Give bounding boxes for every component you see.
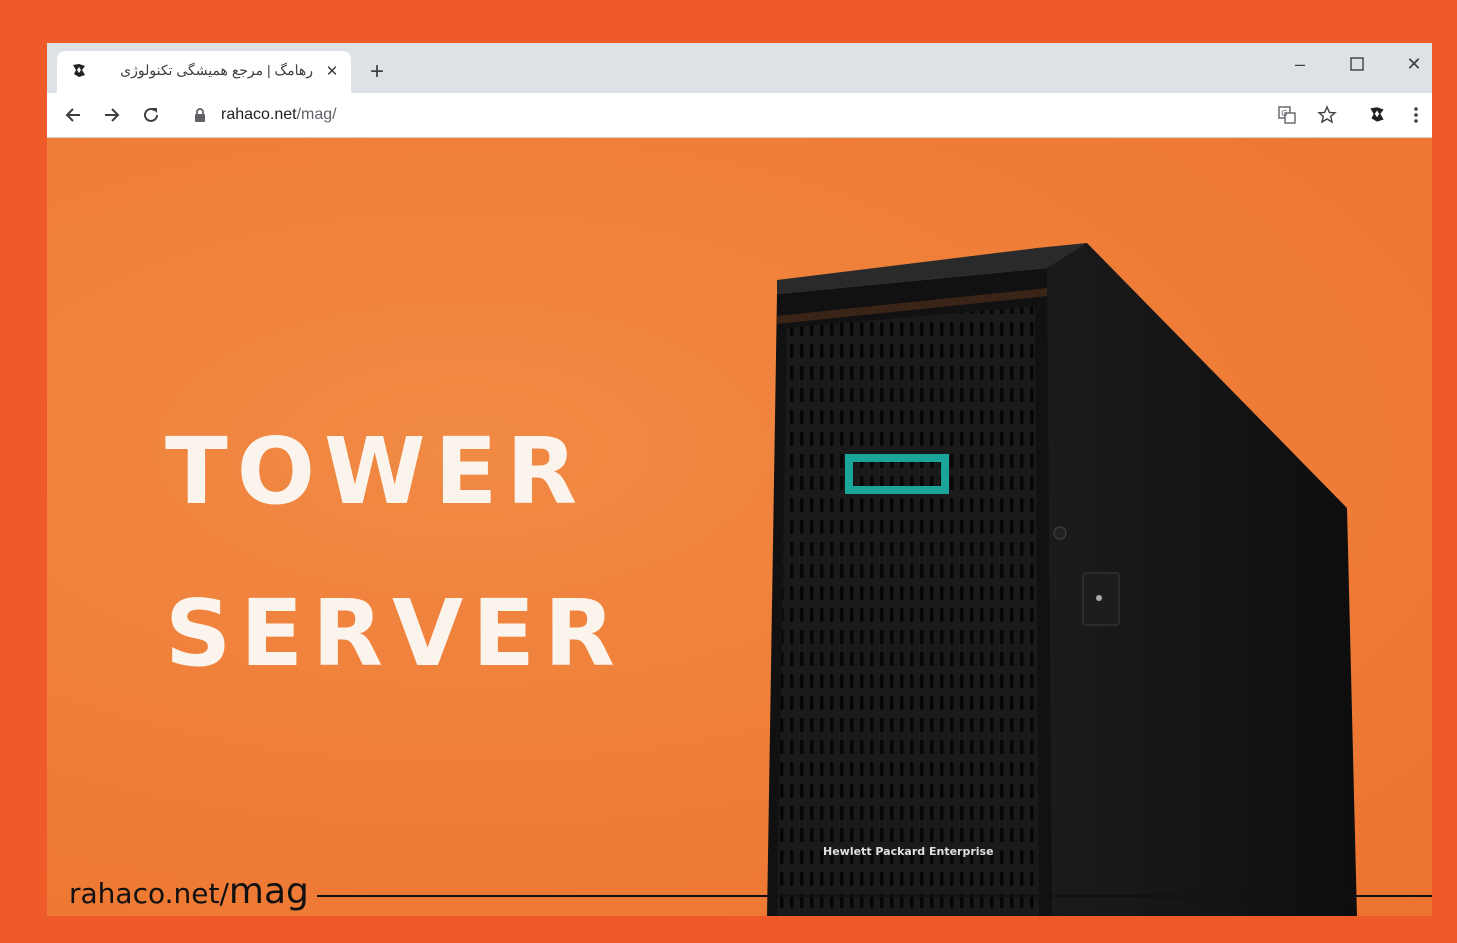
arrow-right-icon [105, 108, 120, 122]
tab-title: رهامگ | مرجع همیشگی تکنولوژی [120, 62, 313, 78]
tower-server-image: Hewlett Packard Enterprise [767, 243, 1357, 916]
url-path: /mag/ [296, 106, 337, 123]
maximize-button[interactable] [1334, 49, 1380, 79]
server-brand-label: Hewlett Packard Enterprise [823, 845, 994, 858]
close-window-button[interactable]: ✕ [1391, 49, 1432, 79]
reload-icon [144, 107, 158, 122]
svg-text:G: G [1281, 109, 1287, 118]
watermark-text: rahaco.net/mag [69, 871, 309, 912]
translate-icon[interactable]: G [1275, 103, 1299, 127]
tab-close-icon[interactable]: ✕ [323, 62, 341, 80]
forward-button[interactable] [98, 101, 126, 129]
active-tab[interactable]: رهامگ | مرجع همیشگی تکنولوژی ✕ [57, 51, 351, 93]
lock-icon [195, 108, 205, 122]
new-tab-button[interactable]: + [363, 59, 391, 87]
back-button[interactable] [59, 101, 87, 129]
site-favicon-icon [69, 61, 89, 81]
url-host: rahaco.net [221, 106, 297, 123]
extension-icon[interactable] [1365, 103, 1389, 127]
watermark-path: mag [228, 871, 309, 912]
url-text: rahaco.net/mag/ [221, 106, 337, 124]
browser-toolbar: rahaco.net/mag/ G [47, 93, 1432, 138]
headline-tower: TOWER [165, 418, 587, 525]
address-bar[interactable]: rahaco.net/mag/ [181, 99, 1261, 131]
menu-icon[interactable] [1404, 103, 1428, 127]
watermark-divider [317, 895, 1432, 897]
watermark-host: rahaco.net/ [69, 877, 229, 910]
arrow-left-icon [65, 108, 80, 122]
reload-button[interactable] [137, 101, 165, 129]
tab-strip: رهامگ | مرجع همیشگی تکنولوژی ✕ + – ✕ [47, 43, 1432, 93]
page-content: TOWER SERVER Hewlett Packard Enterprise … [47, 138, 1432, 916]
headline-server: SERVER [165, 580, 624, 687]
minimize-icon: – [1294, 53, 1305, 74]
browser-window: رهامگ | مرجع همیشگی تکنولوژی ✕ + – ✕ rah… [47, 43, 1432, 916]
star-icon[interactable] [1315, 103, 1339, 127]
maximize-icon [1350, 57, 1364, 71]
minimize-button[interactable]: – [1277, 49, 1323, 79]
close-icon: ✕ [1406, 53, 1422, 74]
